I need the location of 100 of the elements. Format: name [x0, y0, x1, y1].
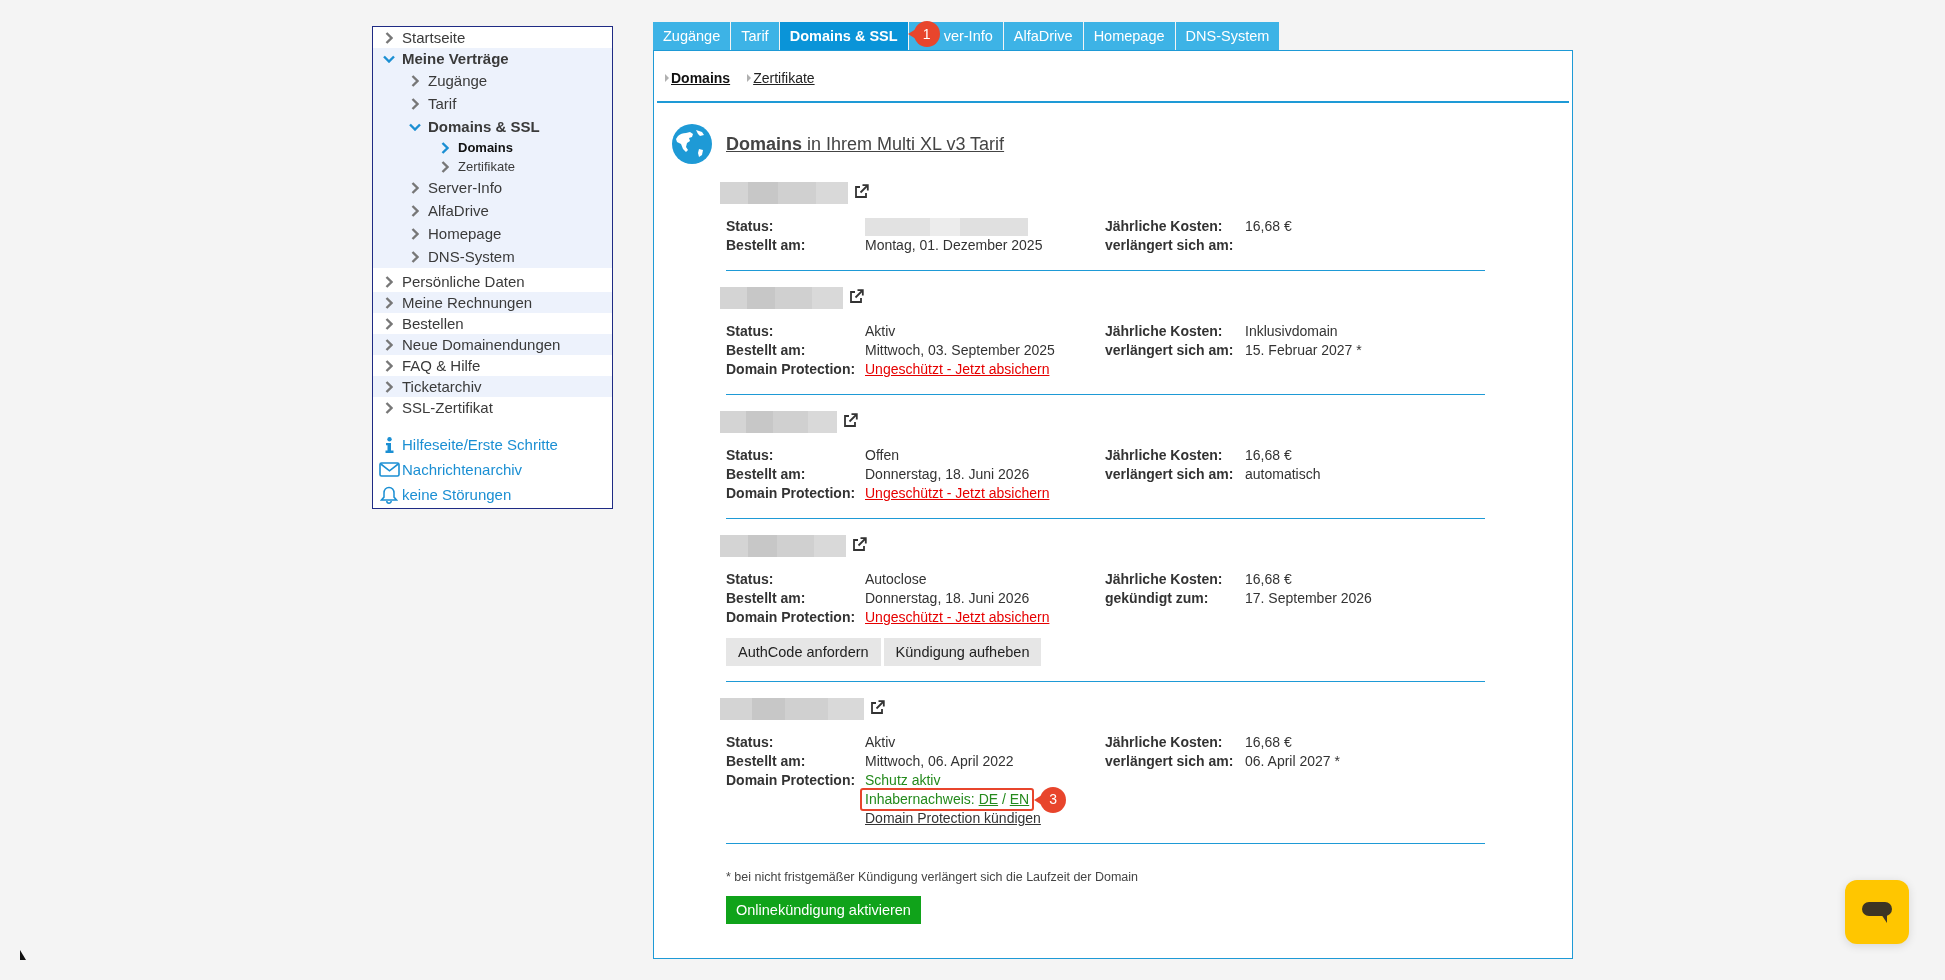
field-value: Autoclose	[865, 570, 927, 589]
field-value: Offen	[865, 446, 899, 465]
field-value: Donnerstag, 18. Juni 2026	[865, 465, 1030, 484]
sidebar-item[interactable]: Neue Domainendungen	[373, 334, 612, 355]
footnote-text: * bei nicht fristgemäßer Kündigung verlängert sich die Laufzeit der Domain	[726, 869, 1139, 885]
sidebar-link[interactable]: keine Störungen	[373, 482, 612, 507]
triangle-icon	[665, 74, 669, 82]
protection-status: Schutz aktiv	[865, 771, 941, 790]
sidebar-item[interactable]: Meine Rechnungen	[373, 292, 612, 313]
chevron-right-icon	[385, 275, 393, 288]
field-label: Status:	[726, 733, 775, 752]
field-label: Jährliche Kosten:	[1105, 446, 1224, 465]
field-value: 16,68 €	[1245, 217, 1292, 236]
field-label: Status:	[726, 570, 775, 589]
external-link-icon[interactable]	[870, 700, 885, 715]
globe-icon	[672, 124, 712, 164]
field-value: 17. September 2026	[1245, 589, 1372, 608]
chevron-right-icon	[411, 181, 419, 194]
field-value: automatisch	[1245, 465, 1321, 484]
protection-link[interactable]: Ungeschützt - Jetzt absichern	[865, 608, 1050, 627]
triangle-icon	[747, 74, 752, 82]
sidebar-item[interactable]: AlfaDrive	[373, 199, 612, 222]
field-value: Donnerstag, 18. Juni 2026	[865, 589, 1030, 608]
external-link-icon[interactable]	[852, 537, 867, 552]
chevron-right-icon	[411, 227, 419, 240]
field-value: 16,68 €	[1245, 570, 1293, 589]
field-label: Jährliche Kosten:	[1105, 322, 1224, 341]
field-label: Status:	[726, 217, 775, 236]
chevron-right-icon	[441, 141, 449, 154]
sidebar-item[interactable]: DNS-System	[373, 245, 612, 268]
chevron-right-icon	[385, 296, 393, 309]
chevron-right-icon	[385, 317, 393, 330]
sidebar-item[interactable]: Zugänge	[373, 69, 612, 92]
chevron-down-icon	[409, 122, 421, 131]
protection-link[interactable]: Ungeschützt - Jetzt absichern	[865, 360, 1050, 379]
field-value: Inklusivdomain	[1245, 322, 1339, 341]
field-value: Mittwoch, 03. September 2025	[865, 341, 1055, 360]
sidebar-item[interactable]: Tarif	[373, 92, 612, 115]
chat-button[interactable]	[1845, 880, 1909, 944]
field-label: Jährliche Kosten:	[1105, 570, 1224, 589]
field-value: Aktiv	[865, 322, 896, 341]
proof-link[interactable]: EN	[1009, 791, 1030, 807]
field-value: Mittwoch, 06. April 2022	[865, 752, 1014, 771]
chevron-right-icon	[385, 401, 393, 414]
sidebar-item[interactable]: Ticketarchiv	[373, 376, 612, 397]
field-value: Aktiv	[865, 733, 896, 752]
sidebar-item[interactable]: Zertifikate	[373, 157, 612, 176]
field-value: Montag, 01. Dezember 2025	[865, 236, 1043, 255]
field-label: Jährliche Kosten:	[1105, 733, 1224, 752]
chevron-right-icon	[385, 338, 393, 351]
chat-bubble-icon	[1862, 901, 1892, 923]
protection-link[interactable]: Ungeschützt - Jetzt absichern	[865, 484, 1050, 503]
proof-link[interactable]: DE	[978, 791, 999, 807]
action-button[interactable]: AuthCode anfordern	[726, 638, 881, 666]
cursor-icon	[20, 950, 26, 960]
field-label: verlängert sich am:	[1105, 752, 1235, 771]
field-label: verlängert sich am:	[1105, 236, 1235, 255]
field-value: 16,68 €	[1245, 446, 1293, 465]
chevron-right-icon	[411, 74, 419, 87]
sidebar-link[interactable]: Hilfeseite/Erste Schritte	[373, 432, 612, 457]
sidebar-item[interactable]: Domains	[373, 138, 612, 157]
chevron-right-icon	[385, 359, 393, 372]
field-label: Status:	[726, 446, 775, 465]
page-heading: Domains in Ihrem Multi XL v3 Tarif	[726, 133, 1005, 155]
chevron-down-icon	[383, 54, 395, 63]
cancel-protection-link[interactable]: Domain Protection kündigen	[865, 809, 1041, 828]
field-label: gekündigt zum:	[1105, 589, 1210, 608]
external-link-icon[interactable]	[854, 184, 869, 199]
subnav-link[interactable]: Zertifikate	[747, 70, 815, 86]
field-label: Bestellt am:	[726, 589, 807, 608]
field-label: Domain Protection:	[726, 608, 857, 627]
subnav-link[interactable]: Domains	[665, 70, 731, 86]
chevron-right-icon	[411, 204, 419, 217]
field-label: Domain Protection:	[726, 360, 857, 379]
sidebar-item[interactable]: Homepage	[373, 222, 612, 245]
chevron-right-icon	[385, 31, 393, 44]
ownership-proof-text: Inhabernachweis: DE / EN	[865, 791, 1030, 807]
chevron-right-icon	[441, 160, 449, 173]
field-value: 15. Februar 2027 *	[1245, 341, 1362, 360]
field-label: verlängert sich am:	[1105, 465, 1235, 484]
external-link-icon[interactable]	[843, 413, 858, 428]
chevron-right-icon	[411, 97, 419, 110]
external-link-icon[interactable]	[849, 289, 864, 304]
field-value: 06. April 2027 *	[1245, 752, 1340, 771]
bell-icon	[380, 485, 398, 504]
field-label: Domain Protection:	[726, 484, 857, 503]
field-label: Jährliche Kosten:	[1105, 217, 1224, 236]
sidebar-item[interactable]: Meine Verträge	[373, 48, 612, 69]
field-label: Bestellt am:	[726, 341, 807, 360]
field-label: Bestellt am:	[726, 465, 807, 484]
action-button[interactable]: Kündigung aufheben	[883, 638, 1042, 666]
field-label: Bestellt am:	[726, 236, 807, 255]
chevron-right-icon	[411, 250, 419, 263]
sidebar-item[interactable]: Domains & SSL	[373, 115, 612, 138]
sidebar-link[interactable]: Nachrichtenarchiv	[373, 457, 612, 482]
field-label: Status:	[726, 322, 775, 341]
sidebar-item[interactable]: Server-Info	[373, 176, 612, 199]
field-label: verlängert sich am:	[1105, 341, 1235, 360]
field-label: Bestellt am:	[726, 752, 807, 771]
envelope-icon	[378, 462, 400, 477]
